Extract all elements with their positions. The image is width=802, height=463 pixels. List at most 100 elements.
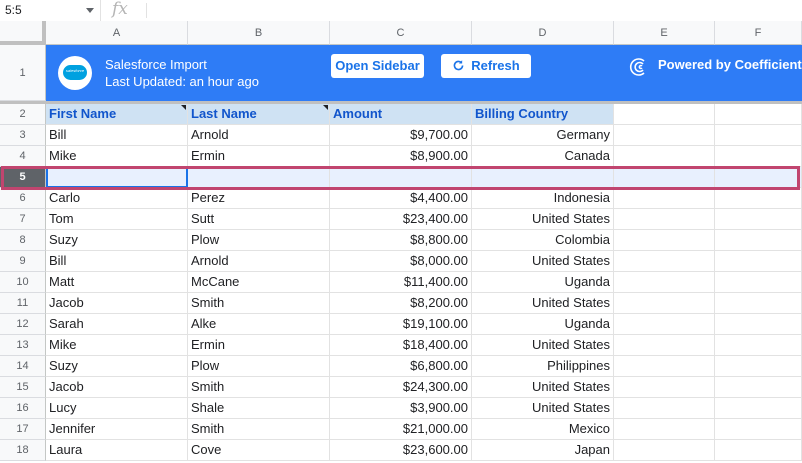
table-cell[interactable]: Shale [188, 398, 330, 419]
column-label-cell[interactable]: Billing Country [472, 104, 614, 125]
empty-cell[interactable] [715, 188, 802, 209]
empty-cell[interactable] [715, 146, 802, 167]
table-cell[interactable]: $21,000.00 [330, 419, 472, 440]
row-header-9[interactable]: 9 [0, 251, 46, 272]
table-cell[interactable]: Suzy [46, 230, 188, 251]
table-cell[interactable]: Philippines [472, 356, 614, 377]
empty-cell[interactable] [715, 251, 802, 272]
table-cell[interactable]: Arnold [188, 251, 330, 272]
table-cell[interactable]: Uganda [472, 272, 614, 293]
table-cell[interactable]: $24,300.00 [330, 377, 472, 398]
table-cell[interactable]: $4,400.00 [330, 188, 472, 209]
table-cell[interactable]: Indonesia [472, 188, 614, 209]
table-cell[interactable]: Ermin [188, 146, 330, 167]
empty-cell[interactable] [715, 272, 802, 293]
column-label-cell[interactable]: First Name [46, 104, 188, 125]
table-cell[interactable]: Plow [188, 356, 330, 377]
table-cell[interactable]: Japan [472, 440, 614, 461]
empty-cell[interactable] [715, 104, 802, 125]
empty-cell[interactable] [614, 125, 715, 146]
table-cell[interactable]: $8,800.00 [330, 230, 472, 251]
table-cell[interactable]: $3,900.00 [330, 398, 472, 419]
row-header-6[interactable]: 6 [0, 188, 46, 209]
column-header-b[interactable]: B [188, 21, 330, 45]
empty-cell[interactable] [614, 293, 715, 314]
table-cell[interactable]: $9,700.00 [330, 125, 472, 146]
table-cell[interactable]: United States [472, 209, 614, 230]
empty-cell[interactable] [715, 230, 802, 251]
row-header-15[interactable]: 15 [0, 377, 46, 398]
table-cell[interactable]: $19,100.00 [330, 314, 472, 335]
empty-cell[interactable] [614, 146, 715, 167]
table-cell[interactable]: Smith [188, 293, 330, 314]
table-cell[interactable]: $8,200.00 [330, 293, 472, 314]
column-header-c[interactable]: C [330, 21, 472, 45]
empty-cell[interactable] [614, 314, 715, 335]
table-cell[interactable]: Ermin [188, 335, 330, 356]
column-header-a[interactable]: A [46, 21, 188, 45]
table-cell[interactable]: United States [472, 251, 614, 272]
column-header-d[interactable]: D [472, 21, 614, 45]
table-cell[interactable]: Sarah [46, 314, 188, 335]
table-cell[interactable]: Colombia [472, 230, 614, 251]
column-label-cell[interactable]: Last Name [188, 104, 330, 125]
empty-cell[interactable] [614, 377, 715, 398]
row-header-12[interactable]: 12 [0, 314, 46, 335]
table-cell[interactable]: Germany [472, 125, 614, 146]
row-header-17[interactable]: 17 [0, 419, 46, 440]
empty-cell[interactable] [715, 398, 802, 419]
empty-cell[interactable] [715, 125, 802, 146]
table-cell[interactable]: Cove [188, 440, 330, 461]
empty-cell[interactable] [715, 356, 802, 377]
table-cell[interactable]: Arnold [188, 125, 330, 146]
column-header-f[interactable]: F [715, 21, 802, 45]
refresh-button[interactable]: Refresh [441, 54, 531, 78]
empty-cell[interactable] [614, 419, 715, 440]
row-header-4[interactable]: 4 [0, 146, 46, 167]
table-cell[interactable]: Sutt [188, 209, 330, 230]
table-cell[interactable]: Alke [188, 314, 330, 335]
table-cell[interactable]: Jennifer [46, 419, 188, 440]
column-header-e[interactable]: E [614, 21, 715, 45]
column-label-cell[interactable]: Amount [330, 104, 472, 125]
table-cell[interactable]: Canada [472, 146, 614, 167]
table-cell[interactable]: Laura [46, 440, 188, 461]
table-cell[interactable]: Matt [46, 272, 188, 293]
table-cell[interactable]: Jacob [46, 377, 188, 398]
table-cell[interactable]: Carlo [46, 188, 188, 209]
table-cell[interactable]: Jacob [46, 293, 188, 314]
table-cell[interactable]: McCane [188, 272, 330, 293]
empty-cell[interactable] [614, 104, 715, 125]
table-cell[interactable]: United States [472, 377, 614, 398]
empty-cell[interactable] [614, 209, 715, 230]
table-cell[interactable]: Mexico [472, 419, 614, 440]
empty-cell[interactable] [614, 335, 715, 356]
table-cell[interactable]: Mike [46, 146, 188, 167]
empty-cell[interactable] [715, 419, 802, 440]
empty-cell[interactable] [715, 209, 802, 230]
table-cell[interactable]: $8,900.00 [330, 146, 472, 167]
table-cell[interactable]: Plow [188, 230, 330, 251]
table-cell[interactable]: Smith [188, 419, 330, 440]
empty-cell[interactable] [614, 356, 715, 377]
table-cell[interactable]: United States [472, 335, 614, 356]
table-cell[interactable]: $23,600.00 [330, 440, 472, 461]
table-cell[interactable]: Bill [46, 125, 188, 146]
table-cell[interactable]: $11,400.00 [330, 272, 472, 293]
select-all-corner[interactable] [0, 21, 46, 45]
empty-cell[interactable] [715, 377, 802, 398]
row-header-14[interactable]: 14 [0, 356, 46, 377]
empty-cell[interactable] [715, 440, 802, 461]
table-cell[interactable]: Perez [188, 188, 330, 209]
table-cell[interactable]: $8,000.00 [330, 251, 472, 272]
row-header-2[interactable]: 2 [0, 104, 46, 125]
empty-cell[interactable] [614, 440, 715, 461]
table-cell[interactable]: Tom [46, 209, 188, 230]
empty-cell[interactable] [715, 314, 802, 335]
empty-cell[interactable] [614, 188, 715, 209]
row-header-7[interactable]: 7 [0, 209, 46, 230]
row-header-13[interactable]: 13 [0, 335, 46, 356]
table-cell[interactable]: United States [472, 293, 614, 314]
table-cell[interactable]: $23,400.00 [330, 209, 472, 230]
name-box[interactable]: 5:5 [0, 0, 101, 21]
